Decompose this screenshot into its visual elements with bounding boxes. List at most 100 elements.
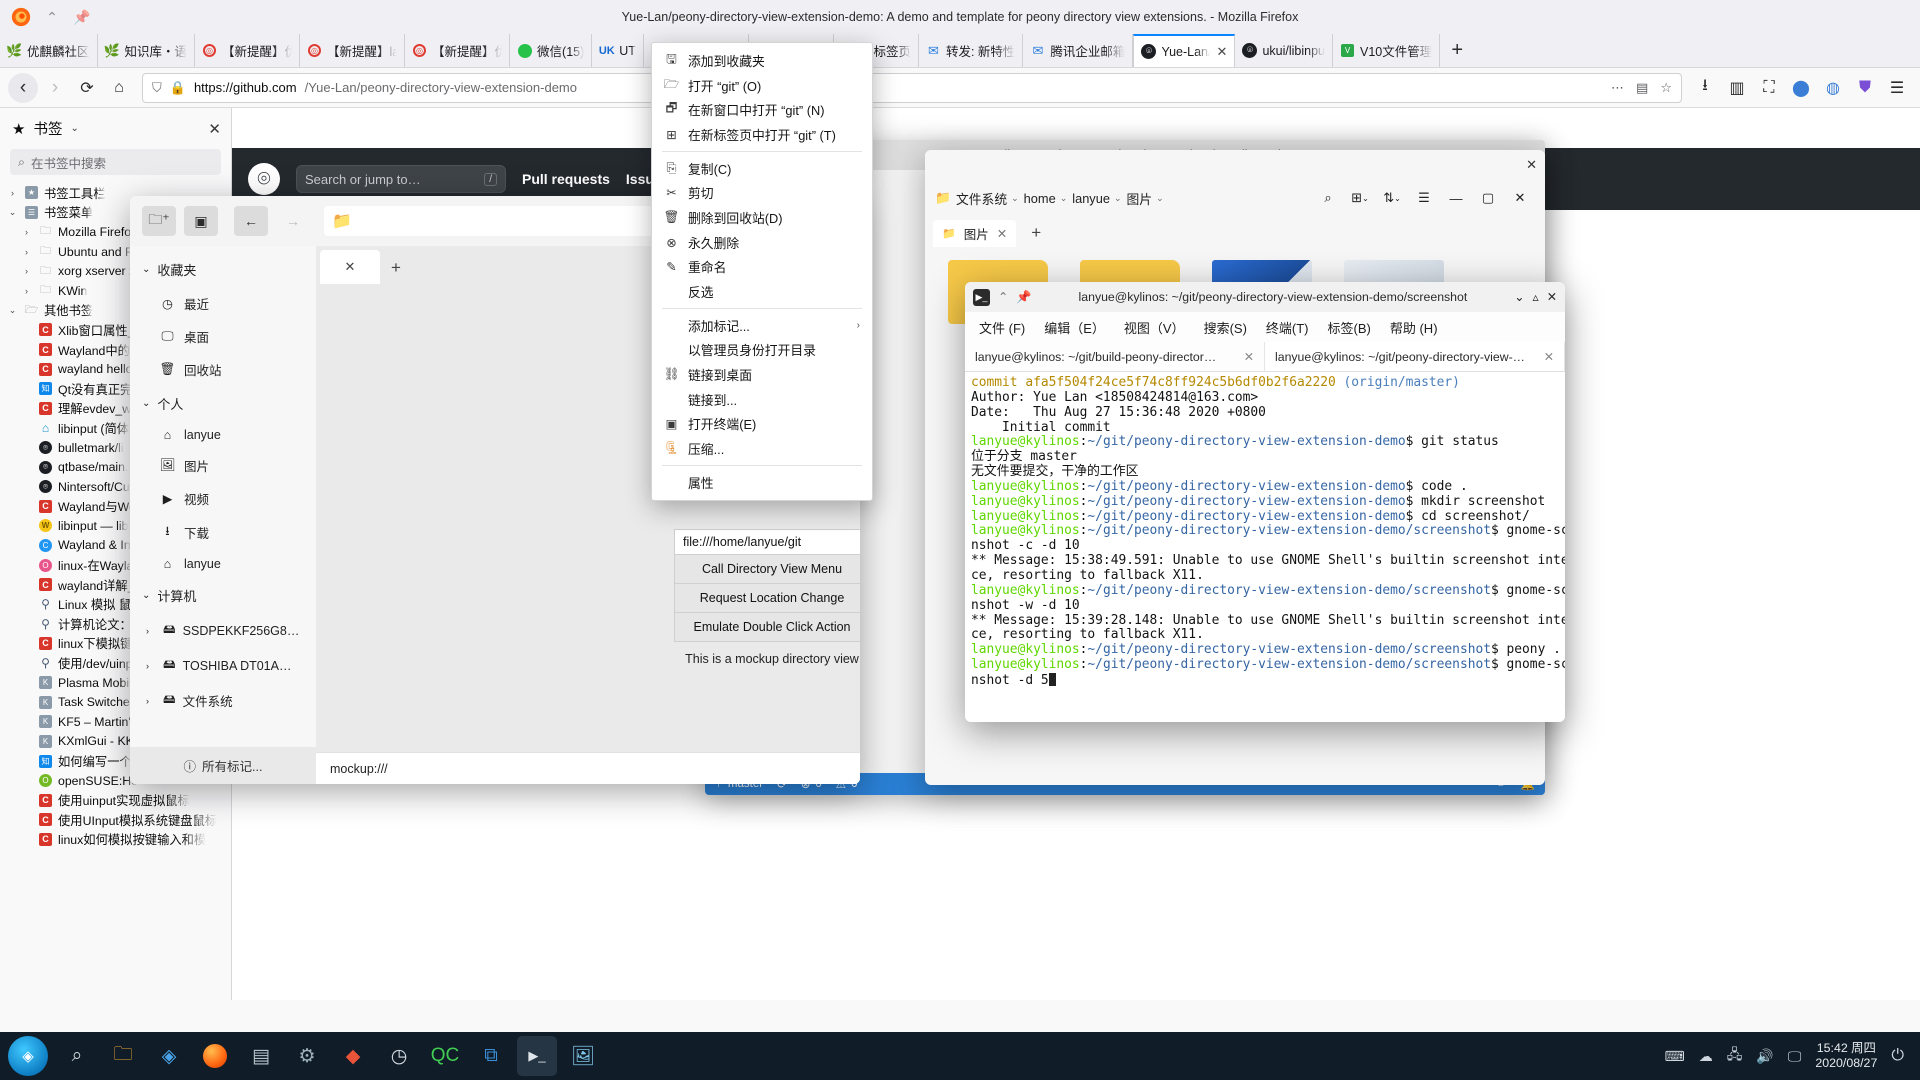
bookmark-item[interactable]: C使用uinput实现虚拟鼠标 xyxy=(2,790,231,810)
chevron-icon[interactable]: ⌄ xyxy=(6,305,19,316)
bookmark-item[interactable]: Clinux如何模拟按键输入和模 xyxy=(2,830,231,850)
new-tab-button[interactable]: + xyxy=(1440,34,1474,67)
sidebar-group-header[interactable]: ⌄收藏夹 xyxy=(130,252,316,287)
chevron-icon[interactable]: › xyxy=(20,266,33,276)
github-search-input[interactable]: Search or jump to… / xyxy=(296,165,506,193)
terminal-icon[interactable]: ▣ xyxy=(184,206,218,236)
sidebar-item-[interactable]: ▶视频 xyxy=(130,482,316,515)
chevron-icon[interactable]: › xyxy=(20,227,33,237)
breadcrumb-item-0[interactable]: 文件系统 ⌄ xyxy=(956,189,1019,208)
taskbar-vscode-icon[interactable]: ⧉ xyxy=(471,1036,511,1076)
close-icon[interactable]: ✕ xyxy=(1505,184,1535,212)
sidebar-item-ssdpekkf256g8[interactable]: ›🖴SSDPEKKF256G8… xyxy=(130,613,316,648)
ellipsis-icon[interactable]: ⋯ xyxy=(1611,80,1624,96)
url-bar[interactable]: ⛉ 🔒 https://github.com/Yue-Lan/peony-dir… xyxy=(142,73,1682,103)
chevron-icon[interactable]: › xyxy=(20,286,33,296)
context-menu-item[interactable]: ⊗永久删除 xyxy=(652,230,872,255)
pin-icon[interactable]: 📌 xyxy=(1016,290,1031,305)
taskbar-settings-icon[interactable]: ⚙ xyxy=(287,1036,327,1076)
menu-terminal[interactable]: 终端(T) xyxy=(1266,318,1309,337)
context-menu-item[interactable]: ✎重命名 xyxy=(652,255,872,280)
chevron-up-icon[interactable]: ⌃ xyxy=(42,7,62,27)
tab-1[interactable]: 🌿 知识库・语 xyxy=(98,34,196,67)
list-icon[interactable]: ☰ xyxy=(1409,184,1439,212)
close-icon[interactable]: ✕ xyxy=(1547,290,1557,304)
library-icon[interactable]: ▥ xyxy=(1722,73,1752,103)
file-manager-context-menu[interactable]: 🖫添加到收藏夹🗁打开 “git” (O)🗗在新窗口中打开 “git” (N)⊞在… xyxy=(651,42,873,501)
chevron-up-icon[interactable]: ⌃ xyxy=(998,290,1008,304)
maximize-icon[interactable]: ▢ xyxy=(1473,184,1503,212)
taskbar-wps-icon[interactable]: ◆ xyxy=(333,1036,373,1076)
sidebar-item-[interactable]: 🖼图片 xyxy=(130,449,316,482)
request-location-change-button[interactable]: Request Location Change xyxy=(674,584,860,613)
context-menu-item[interactable]: ⛓链接到桌面 xyxy=(652,362,872,387)
tab-5[interactable]: 微信(15) xyxy=(510,34,592,67)
taskbar-search-icon[interactable]: ⌕ xyxy=(57,1036,97,1076)
context-menu-item[interactable]: 🗁打开 “git” (O) xyxy=(652,73,872,98)
breadcrumb-item-1[interactable]: home ⌄ xyxy=(1024,191,1068,206)
network-icon[interactable]: 🖧 xyxy=(1727,1044,1743,1068)
sidebar-item-[interactable]: 🖵桌面 xyxy=(130,320,316,353)
close-icon[interactable]: ✕ xyxy=(1244,350,1254,364)
sort-icon[interactable]: ⇅⌄ xyxy=(1377,184,1407,212)
terminal-output[interactable]: commit afa5f504f24ce5f74c8ff924c5b6df0b2… xyxy=(965,372,1565,722)
close-icon[interactable]: ✕ xyxy=(997,226,1007,241)
maximize-icon[interactable]: ▵ xyxy=(1533,290,1539,304)
context-menu-item[interactable]: 以管理员身份打开目录 xyxy=(652,338,872,363)
tab-10[interactable]: ✉ 转发: 新特性 xyxy=(919,34,1023,67)
search-icon[interactable]: ⌕ xyxy=(1313,184,1343,212)
menu-file[interactable]: 文件 (F) xyxy=(979,318,1025,337)
chevron-down-icon[interactable]: ⌄ xyxy=(70,123,78,134)
mockup-path-field[interactable]: file:///home/lanyue/git xyxy=(674,529,860,555)
home-button[interactable]: ⌂ xyxy=(104,73,134,103)
back-button[interactable]: ‹ xyxy=(8,73,38,103)
taskbar-terminal-small-icon[interactable]: ▤ xyxy=(241,1036,281,1076)
monitor-icon[interactable]: 🖵 xyxy=(1788,1048,1802,1065)
menu-edit[interactable]: 编辑（E） xyxy=(1044,318,1105,337)
chevron-right-icon[interactable]: › xyxy=(146,626,156,636)
tab-13[interactable]: ⌾ ukui/libinpu xyxy=(1235,34,1333,67)
shield-icon-2[interactable]: ⛊ xyxy=(1850,73,1880,103)
start-icon[interactable]: ◈ xyxy=(8,1036,48,1076)
chevron-icon[interactable]: ⌄ xyxy=(6,207,19,218)
context-menu-item[interactable]: 链接到... xyxy=(652,387,872,412)
github-icon[interactable]: ⌾ xyxy=(248,163,280,195)
close-icon[interactable]: ✕ xyxy=(208,120,221,138)
sidebar-item-lanyue[interactable]: ⌂lanyue xyxy=(130,421,316,449)
context-menu-item[interactable]: 🗑删除到回收站(D) xyxy=(652,205,872,230)
tab-6[interactable]: UK UT xyxy=(592,34,644,67)
lock-icon[interactable]: 🔒 xyxy=(170,80,186,96)
new-folder-icon[interactable]: 🗀⁺ xyxy=(142,206,176,236)
cloud-icon[interactable]: ☁ xyxy=(1699,1048,1713,1065)
taskbar-clock[interactable]: 15:42 周四 2020/08/27 xyxy=(1815,1041,1877,1071)
bookmarks-search-input[interactable]: ⌕ 在书签中搜索 xyxy=(10,149,221,175)
menu-search[interactable]: 搜索(S) xyxy=(1204,318,1247,337)
github-nav-pull-requests[interactable]: Pull requests xyxy=(522,171,610,187)
sidebar-item-[interactable]: ›🖴文件系统 xyxy=(130,683,316,718)
taskbar-firefox-icon[interactable] xyxy=(195,1036,235,1076)
grid-view-icon[interactable]: ⊞⌄ xyxy=(1345,184,1375,212)
breadcrumb-item-3[interactable]: 图片 ⌄ xyxy=(1127,189,1164,208)
context-menu-item[interactable]: ⎘复制(C) xyxy=(652,156,872,181)
taskbar-files-icon[interactable]: 🗀 xyxy=(103,1036,143,1076)
taskbar-image-viewer-icon[interactable]: 🖼 xyxy=(563,1036,603,1076)
context-menu-item[interactable]: ✂剪切 xyxy=(652,180,872,205)
close-icon[interactable]: ✕ xyxy=(1544,350,1554,364)
context-menu-item[interactable]: ⊞在新标签页中打开 “git” (T) xyxy=(652,122,872,147)
screenshot-icon[interactable]: ⛶ xyxy=(1754,73,1784,103)
tab-2[interactable]: ◎ 【新提醒】优 xyxy=(195,34,300,67)
forward-button[interactable]: → xyxy=(276,206,310,236)
menu-help[interactable]: 帮助 (H) xyxy=(1390,318,1438,337)
download-icon[interactable]: ⭳ xyxy=(1690,73,1720,103)
breadcrumb-item-2[interactable]: lanyue ⌄ xyxy=(1072,191,1121,206)
back-button[interactable]: ← xyxy=(234,206,268,236)
star-icon[interactable]: ☆ xyxy=(1660,80,1672,96)
close-icon[interactable]: ✕ xyxy=(1526,157,1537,173)
add-tab-button[interactable]: + xyxy=(1020,217,1052,249)
chevron-right-icon[interactable]: › xyxy=(146,661,156,671)
pocket-icon[interactable]: ⬤ xyxy=(1786,73,1816,103)
chevron-icon[interactable]: › xyxy=(20,247,33,257)
context-menu-item[interactable]: 🗗在新窗口中打开 “git” (N) xyxy=(652,97,872,122)
taskbar-store-icon[interactable]: ◈ xyxy=(149,1036,189,1076)
context-menu-item[interactable]: 属性 xyxy=(652,470,872,495)
